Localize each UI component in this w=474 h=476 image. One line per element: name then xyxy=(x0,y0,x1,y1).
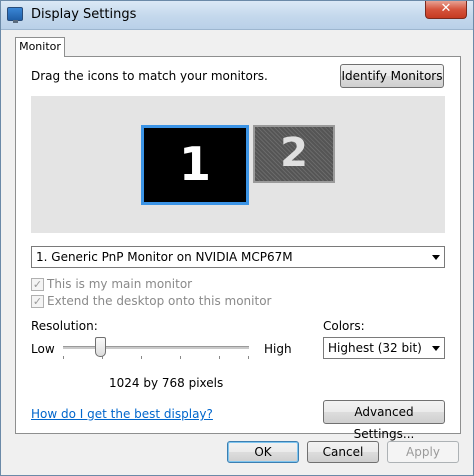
cancel-label: Cancel xyxy=(322,445,364,459)
monitor-select-value: 1. Generic PnP Monitor on NVIDIA MCP67M xyxy=(36,250,293,264)
advanced-settings-button[interactable]: Advanced Settings... xyxy=(323,400,445,441)
colors-select[interactable]: Highest (32 bit) xyxy=(323,337,445,359)
cancel-button[interactable]: Cancel xyxy=(307,441,379,463)
resolution-label: Resolution: xyxy=(31,319,98,333)
identify-monitors-button[interactable]: Identify Monitors xyxy=(340,64,444,88)
monitor-2-number: 2 xyxy=(280,130,308,176)
resolution-high-label: High xyxy=(264,342,292,356)
advanced-settings-label: Advanced Settings... xyxy=(353,405,415,441)
slider-tick xyxy=(180,356,181,359)
display-settings-icon xyxy=(7,7,23,23)
monitor-1-number: 1 xyxy=(178,137,211,191)
resolution-slider-track[interactable] xyxy=(63,346,249,349)
chevron-down-icon xyxy=(432,255,440,260)
apply-button[interactable]: Apply xyxy=(387,441,459,463)
monitor-2-tile[interactable]: 2 xyxy=(253,125,335,183)
chevron-down-icon xyxy=(432,346,440,351)
close-icon: ✕ xyxy=(440,1,452,16)
main-monitor-checkbox[interactable]: ✓ xyxy=(31,278,44,291)
resolution-low-label: Low xyxy=(31,342,55,356)
resolution-value: 1024 by 768 pixels xyxy=(109,376,224,390)
display-settings-window: Display Settings ✕ Monitor Drag the icon… xyxy=(0,0,474,476)
slider-tick xyxy=(219,356,220,359)
ok-button[interactable]: OK xyxy=(227,441,299,463)
main-monitor-checkbox-row: ✓ This is my main monitor xyxy=(31,277,331,293)
main-monitor-label: This is my main monitor xyxy=(47,277,193,291)
identify-monitors-label: Identify Monitors xyxy=(341,69,443,83)
slider-tick xyxy=(248,356,249,359)
drag-instruction: Drag the icons to match your monitors. xyxy=(31,69,268,83)
close-button[interactable]: ✕ xyxy=(425,1,467,19)
apply-label: Apply xyxy=(406,445,440,459)
monitor-1-tile[interactable]: 1 xyxy=(141,125,249,205)
colors-label: Colors: xyxy=(323,319,365,333)
tab-monitor[interactable]: Monitor xyxy=(15,37,65,57)
colors-select-value: Highest (32 bit) xyxy=(328,341,422,355)
extend-desktop-label: Extend the desktop onto this monitor xyxy=(47,294,272,308)
resolution-slider-thumb[interactable] xyxy=(95,337,107,357)
ok-label: OK xyxy=(254,445,272,459)
monitor-select[interactable]: 1. Generic PnP Monitor on NVIDIA MCP67M xyxy=(31,246,445,268)
best-display-help-link[interactable]: How do I get the best display? xyxy=(31,407,213,421)
slider-tick xyxy=(63,356,64,359)
extend-desktop-checkbox-row: ✓ Extend the desktop onto this monitor xyxy=(31,294,331,310)
slider-tick xyxy=(141,356,142,359)
extend-desktop-checkbox[interactable]: ✓ xyxy=(31,295,44,308)
window-title: Display Settings xyxy=(31,7,137,22)
title-bar[interactable]: Display Settings ✕ xyxy=(1,1,473,30)
